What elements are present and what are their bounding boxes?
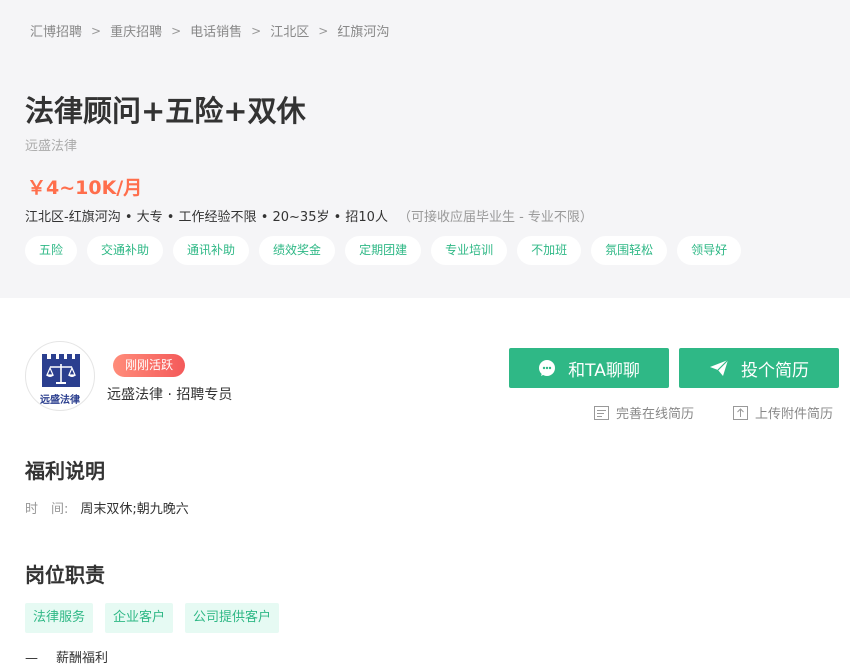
active-status-badge: 刚刚活跃 <box>113 354 186 377</box>
benefit-tag: 通讯补助 <box>173 236 250 265</box>
apply-button[interactable]: 投个简历 <box>679 348 839 388</box>
benefit-tag: 氛围轻松 <box>591 236 668 265</box>
benefit-tag: 不加班 <box>517 236 582 265</box>
online-resume-label: 完善在线简历 <box>616 407 695 422</box>
duty-tag: 法律服务 <box>25 603 94 633</box>
breadcrumb-item[interactable]: 电话销售 <box>190 21 242 40</box>
upload-icon <box>733 405 748 420</box>
document-icon <box>594 405 609 420</box>
benefit-tags: 五险 交通补助 通讯补助 绩效奖金 定期团建 专业培训 不加班 氛围轻松 领导好 <box>25 236 751 265</box>
job-requirements: 江北区-红旗河沟 • 大专 • 工作经验不限 • 20~35岁 • 招10人 <box>25 210 388 225</box>
welfare-heading: 福利说明 <box>25 459 105 483</box>
breadcrumb: 汇博招聘 > 重庆招聘 > 电话销售 > 江北区 > 红旗河沟 <box>30 21 389 41</box>
salary: ￥4~10K/月 <box>27 177 143 199</box>
breadcrumb-item[interactable]: 江北区 <box>270 21 309 40</box>
breadcrumb-separator: > <box>171 23 182 38</box>
duty-heading: 岗位职责 <box>25 563 105 587</box>
upload-resume-label: 上传附件简历 <box>755 407 834 422</box>
apply-button-label: 投个简历 <box>741 360 809 381</box>
breadcrumb-item[interactable]: 汇博招聘 <box>30 21 82 40</box>
logo-text: 远盛法律 <box>40 395 80 406</box>
duty-line-text: 薪酬福利 <box>56 651 109 666</box>
duty-tag: 企业客户 <box>105 603 174 633</box>
online-resume-link[interactable]: 完善在线简历 <box>594 403 694 422</box>
duty-tag: 公司提供客户 <box>185 603 280 633</box>
recruiter-name[interactable]: 远盛法律 · 招聘专员 <box>107 384 232 404</box>
job-note: （可接收应届毕业生 - 专业不限） <box>397 210 593 225</box>
chat-bubble-icon <box>538 359 556 377</box>
job-meta: 江北区-红旗河沟 • 大专 • 工作经验不限 • 20~35岁 • 招10人 （可… <box>25 206 593 225</box>
paper-plane-icon <box>709 359 729 377</box>
benefit-tag: 绩效奖金 <box>259 236 336 265</box>
chat-button-label: 和TA聊聊 <box>568 360 640 381</box>
benefit-tag: 五险 <box>25 236 78 265</box>
job-header: 汇博招聘 > 重庆招聘 > 电话销售 > 江北区 > 红旗河沟 法律顾问+五险+… <box>0 0 850 298</box>
benefit-tag: 交通补助 <box>87 236 164 265</box>
work-time-value: 周末双休;朝九晚六 <box>80 502 189 517</box>
duty-tags: 法律服务 企业客户 公司提供客户 <box>25 603 291 633</box>
work-time-label: 时 间: <box>25 502 69 517</box>
upload-resume-link[interactable]: 上传附件简历 <box>733 403 833 422</box>
breadcrumb-separator: > <box>91 23 102 38</box>
duty-partial-line: — 薪酬福利 <box>25 647 108 666</box>
benefit-tag: 专业培训 <box>431 236 508 265</box>
job-title: 法律顾问+五险+双休 <box>25 94 306 128</box>
breadcrumb-item[interactable]: 重庆招聘 <box>110 21 162 40</box>
benefit-tag: 领导好 <box>677 236 742 265</box>
breadcrumb-separator: > <box>251 23 262 38</box>
breadcrumb-separator: > <box>318 23 329 38</box>
chat-button[interactable]: 和TA聊聊 <box>509 348 669 388</box>
company-name[interactable]: 远盛法律 <box>25 135 77 154</box>
work-time-row: 时 间: 周末双休;朝九晚六 <box>25 498 189 517</box>
benefit-tag: 定期团建 <box>345 236 422 265</box>
dash-marker: — <box>25 651 38 666</box>
breadcrumb-item[interactable]: 红旗河沟 <box>337 21 389 40</box>
company-logo[interactable]: 远盛法律 <box>25 341 95 411</box>
